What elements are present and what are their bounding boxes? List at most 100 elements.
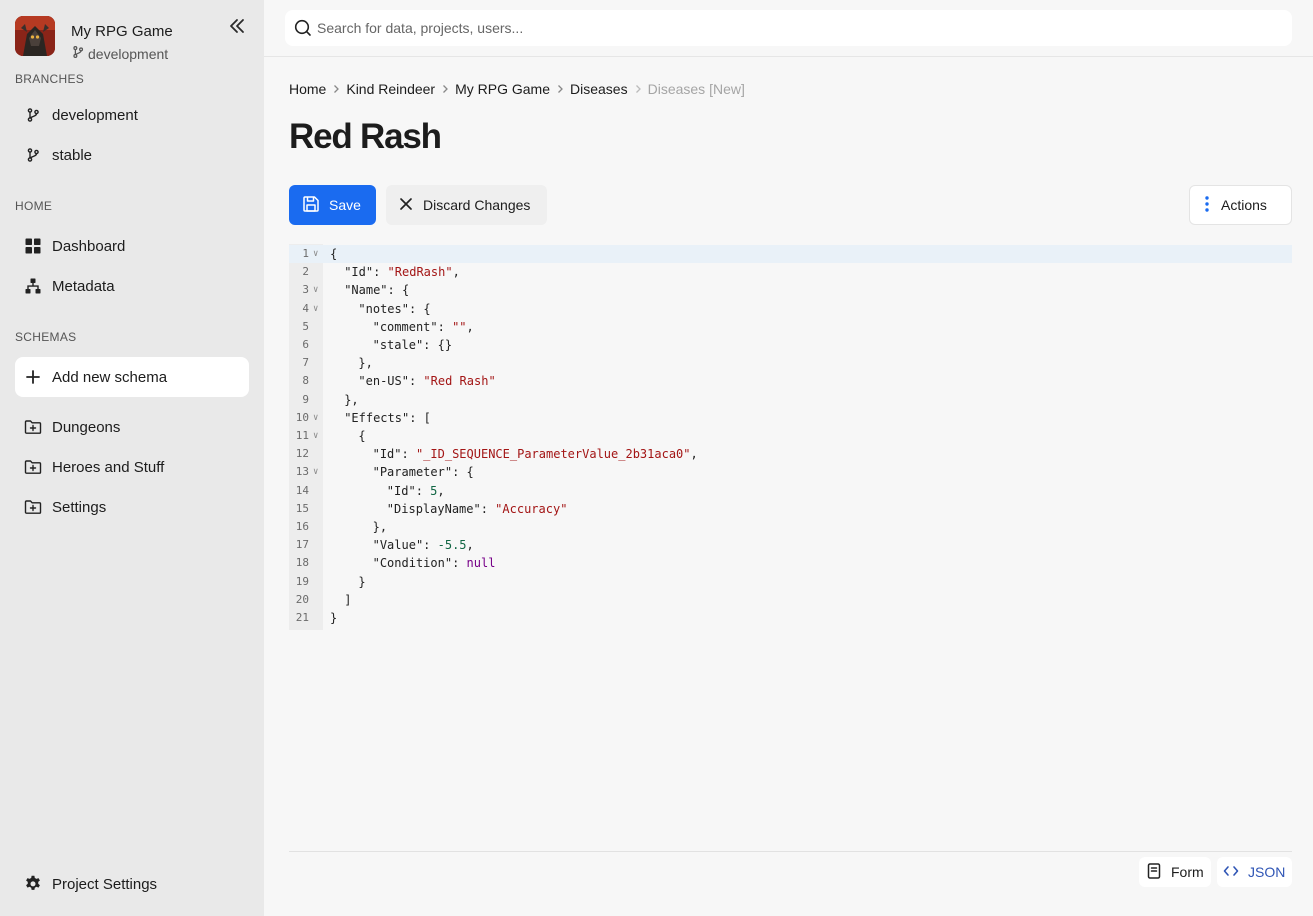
code-line[interactable]: 1 ∨ { (289, 245, 1292, 263)
line-number: 13 (295, 465, 309, 479)
code-token: { (330, 247, 338, 261)
sidebar-item-label: Project Settings (52, 875, 158, 893)
sidebar-item-dashboard[interactable]: Dashboard (15, 226, 249, 266)
breadcrumb-project[interactable]: My RPG Game (455, 81, 550, 97)
project-switcher[interactable]: My RPG Game development (15, 16, 255, 62)
add-new-schema-button[interactable]: Add new schema (15, 357, 249, 397)
code-line[interactable]: 19} (289, 573, 1292, 591)
code-token: null (466, 556, 496, 571)
json-view-button[interactable]: JSON (1217, 857, 1292, 887)
chevron-right-icon (628, 84, 648, 94)
code-token: "Condition": (372, 556, 467, 571)
code-token: }, (372, 520, 388, 534)
chevron-right-icon (550, 84, 570, 94)
code-token: { (358, 429, 366, 443)
breadcrumb-organization[interactable]: Kind Reindeer (346, 81, 435, 97)
code-text: "DisplayName": "Accuracy" (387, 500, 568, 518)
code-text: } (358, 573, 365, 591)
code-line[interactable]: 17 "Value": -5.5, (289, 536, 1292, 554)
save-button-label: Save (329, 197, 361, 213)
json-view-label: JSON (1248, 864, 1286, 880)
search-icon (290, 15, 316, 41)
line-number: 9 (302, 392, 309, 406)
code-text: "Parameter": { (373, 463, 474, 481)
line-number: 3 (302, 283, 309, 297)
line-number: 6 (302, 338, 309, 351)
code-line[interactable]: 18 "Condition": null (289, 554, 1292, 572)
add-new-schema-label: Add new schema (52, 368, 168, 386)
search-bar (285, 10, 1292, 46)
actions-menu-button[interactable]: Actions (1189, 185, 1292, 225)
fold-chevron-icon[interactable]: ∨ (313, 463, 318, 481)
form-view-button[interactable]: Form (1139, 857, 1211, 887)
code-line[interactable]: 12 "Id": "_ID_SEQUENCE_ParameterValue_2b3… (289, 445, 1292, 463)
breadcrumb-home[interactable]: Home (289, 81, 326, 97)
sidebar-item-metadata[interactable]: Metadata (15, 266, 249, 306)
chevron-right-icon (435, 84, 455, 94)
code-text: }, (344, 391, 358, 409)
collapse-sidebar-button[interactable] (226, 18, 248, 38)
sidebar-item-heroes-and-stuff[interactable]: Heroes and Stuff (15, 447, 249, 487)
branches-heading: BRANCHES (15, 72, 85, 86)
code-line[interactable]: 20] (289, 591, 1292, 609)
code-line[interactable]: 11 ∨ { (289, 427, 1292, 445)
json-code-editor[interactable]: 1 ∨ {2 "Id": "RedRash", 3 ∨ "Name": {4 ∨ "notes"… (289, 244, 1292, 630)
code-text: "Id": 5, (387, 482, 445, 500)
code-line[interactable]: 2 "Id": "RedRash", (289, 263, 1292, 281)
code-token: "Effects": [ (344, 410, 431, 425)
form-document-icon (1146, 862, 1162, 882)
breadcrumb: Home Kind Reindeer My RPG Game Diseases … (289, 81, 745, 97)
code-line[interactable]: 9}, (289, 391, 1292, 409)
line-number: 12 (295, 447, 309, 461)
code-line[interactable]: 13 ∨ "Parameter": { (289, 463, 1292, 481)
code-token: "Value": (372, 538, 438, 553)
code-line[interactable]: 15 "DisplayName": "Accuracy" (289, 500, 1292, 518)
code-text: "Effects": [ (344, 409, 431, 427)
sidebar-item-project-settings[interactable]: Project Settings (15, 864, 249, 904)
code-token: } (330, 611, 338, 625)
sidebar-item-dungeons[interactable]: Dungeons (15, 407, 249, 447)
code-line[interactable]: 5 "comment": "", (289, 318, 1292, 336)
code-token: , (466, 319, 474, 334)
code-line[interactable]: 3 ∨ "Name": { (289, 281, 1292, 299)
code-line[interactable]: 4 ∨ "notes": { (289, 300, 1292, 318)
breadcrumb-schema[interactable]: Diseases (570, 81, 628, 97)
search-input[interactable] (317, 20, 1217, 36)
fold-chevron-icon[interactable]: ∨ (313, 300, 318, 318)
code-line[interactable]: 6 "stale": {} (289, 336, 1292, 354)
code-text: { (358, 427, 365, 445)
fold-chevron-icon[interactable]: ∨ (313, 427, 318, 445)
line-number: 20 (295, 592, 309, 606)
save-button[interactable]: Save (289, 185, 376, 225)
fold-chevron-icon[interactable]: ∨ (313, 409, 318, 427)
git-branch-icon (71, 45, 85, 62)
breadcrumb-current: Diseases [New] (647, 81, 745, 97)
fold-chevron-icon[interactable]: ∨ (313, 281, 318, 299)
current-branch-label: development (88, 45, 169, 62)
code-line[interactable]: 14 "Id": 5, (289, 482, 1292, 500)
line-number: 19 (295, 574, 309, 588)
fold-chevron-icon[interactable]: ∨ (313, 245, 318, 263)
line-number: 16 (295, 520, 309, 533)
code-line[interactable]: 16}, (289, 518, 1292, 536)
code-token: } (358, 574, 366, 589)
sidebar-item-branch-stable[interactable]: stable (15, 135, 249, 175)
chevrons-left-icon (228, 18, 246, 39)
chevron-right-icon (326, 84, 346, 94)
sidebar-item-branch-development[interactable]: development (15, 95, 249, 135)
code-text: "Condition": null (373, 554, 496, 572)
code-line[interactable]: 21} (289, 609, 1292, 627)
line-number: 14 (295, 483, 309, 497)
code-token: }, (358, 356, 373, 371)
code-line[interactable]: 8 "en-US": "Red Rash" (289, 372, 1292, 390)
code-token: , (466, 538, 474, 553)
code-token: ] (344, 592, 352, 607)
discard-changes-button[interactable]: Discard Changes (386, 185, 547, 225)
code-line[interactable]: 10 ∨ "Effects": [ (289, 409, 1292, 427)
code-text: "Id": "_ID_SEQUENCE_ParameterValue_2b31a… (373, 445, 698, 463)
code-line[interactable]: 7}, (289, 354, 1292, 372)
line-number: 11 (295, 429, 309, 442)
code-token: "Id": (386, 483, 431, 498)
code-token: , (452, 265, 460, 280)
sidebar-item-settings[interactable]: Settings (15, 487, 249, 527)
